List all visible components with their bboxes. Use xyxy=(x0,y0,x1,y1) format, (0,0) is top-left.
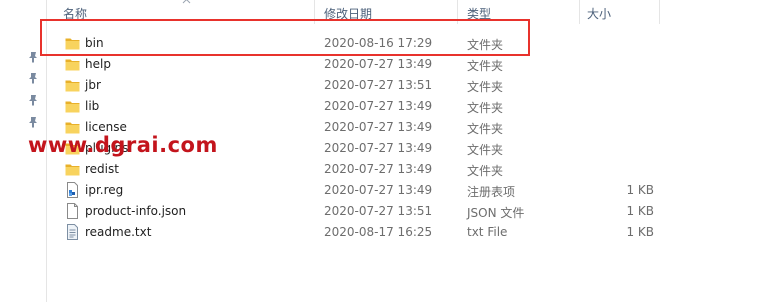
file-modified: 2020-07-27 13:51 xyxy=(324,78,433,92)
file-type: JSON 文件 xyxy=(467,206,525,220)
file-modified: 2020-07-27 13:49 xyxy=(324,57,433,71)
watermark-text: www.dgrai.com xyxy=(28,133,218,157)
file-modified: 2020-07-27 13:49 xyxy=(324,162,433,176)
file-type: txt File xyxy=(467,225,508,239)
file-name: license xyxy=(85,120,127,134)
file-name: help xyxy=(85,57,111,71)
list-item[interactable]: product-info.json 2020-07-27 13:51 JSON … xyxy=(47,201,760,222)
column-header-size[interactable]: 大小 xyxy=(587,5,611,22)
column-separator[interactable] xyxy=(579,0,580,24)
list-item[interactable]: lib 2020-07-27 13:49 文件夹 xyxy=(47,96,760,117)
file-size: 1 KB xyxy=(626,204,654,218)
file-type: 文件夹 xyxy=(467,122,504,136)
file-modified: 2020-07-27 13:49 xyxy=(324,120,433,134)
file-name: product-info.json xyxy=(85,204,187,218)
file-name: ipr.reg xyxy=(85,183,124,197)
file-modified: 2020-07-27 13:51 xyxy=(324,204,433,218)
file-modified: 2020-08-17 16:25 xyxy=(324,225,433,239)
pin-icon[interactable] xyxy=(27,72,39,84)
file-type: 文件夹 xyxy=(467,143,504,157)
list-item[interactable]: help 2020-07-27 13:49 文件夹 xyxy=(47,54,760,75)
file-name: jbr xyxy=(85,78,101,92)
registry-file-icon xyxy=(65,182,80,198)
file-name: redist xyxy=(85,162,119,176)
folder-icon xyxy=(65,161,80,177)
folder-icon xyxy=(65,56,80,72)
highlight-annotation xyxy=(40,19,530,56)
file-modified: 2020-07-27 13:49 xyxy=(324,99,433,113)
pin-icon[interactable] xyxy=(27,51,39,63)
file-modified: 2020-07-27 13:49 xyxy=(324,183,433,197)
column-separator[interactable] xyxy=(659,0,660,24)
file-name: lib xyxy=(85,99,100,113)
file-type: 文件夹 xyxy=(467,59,504,73)
list-item[interactable]: readme.txt 2020-08-17 16:25 txt File 1 K… xyxy=(47,222,760,243)
list-item[interactable]: jbr 2020-07-27 13:51 文件夹 xyxy=(47,75,760,96)
list-item[interactable]: ipr.reg 2020-07-27 13:49 注册表项 1 KB xyxy=(47,180,760,201)
file-type: 文件夹 xyxy=(467,164,504,178)
pin-icon[interactable] xyxy=(27,116,39,128)
list-item[interactable]: redist 2020-07-27 13:49 文件夹 xyxy=(47,159,760,180)
json-file-icon xyxy=(65,203,80,219)
text-file-icon xyxy=(65,224,80,240)
file-type: 文件夹 xyxy=(467,80,504,94)
file-size: 1 KB xyxy=(626,225,654,239)
file-size: 1 KB xyxy=(626,183,654,197)
file-name: readme.txt xyxy=(85,225,152,239)
file-type: 文件夹 xyxy=(467,101,504,115)
file-type: 注册表项 xyxy=(467,185,516,199)
pin-icon[interactable] xyxy=(27,94,39,106)
folder-icon xyxy=(65,98,80,114)
sort-ascending-icon xyxy=(182,0,191,4)
file-modified: 2020-07-27 13:49 xyxy=(324,141,433,155)
folder-icon xyxy=(65,77,80,93)
